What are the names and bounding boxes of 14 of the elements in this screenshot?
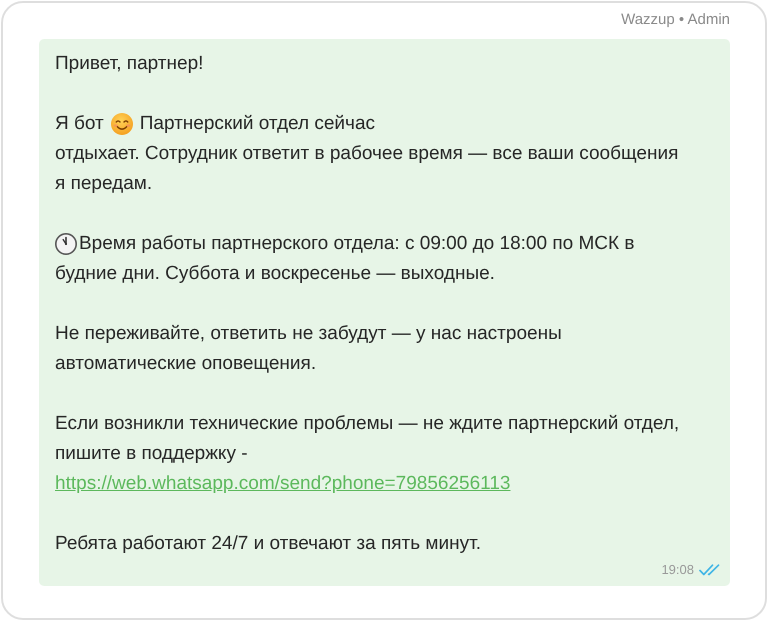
message-text: будние дни. Суббота и воскресенье — выходные. [55,262,496,286]
message-text: Я бот [55,112,104,136]
message-text: Привет, партнер! [55,52,204,76]
support-link[interactable]: https://web.whatsapp.com/send?phone=79856256113 [55,473,510,494]
message-text: Партнерский отдел сейчас [140,112,376,136]
message-text: Если возникли технические проблемы — не ждите партнерский отдел, пишите в поддержку - https://web.whatsapp.com/send?phone=79856256113 [55,412,680,496]
message-text: Не переживайте, ответить не забудут — у нас настроены автоматические оповещения. [55,322,563,376]
sender-name: Wazzup • Admin [621,10,730,30]
smiling-face-icon [110,113,133,135]
message-text: Ребята работают 24/7 и отвечают за пять минут. [55,532,482,556]
message-text: Время работы партнерского отдела: с 09:00 до 18:00 по МСК в [79,232,634,256]
message-time: 19:08 [661,562,694,578]
clock-icon [55,233,77,255]
message-text: отдыхает. Сотрудник ответит в рабочее время — все ваши сообщения я передам. [55,142,680,196]
